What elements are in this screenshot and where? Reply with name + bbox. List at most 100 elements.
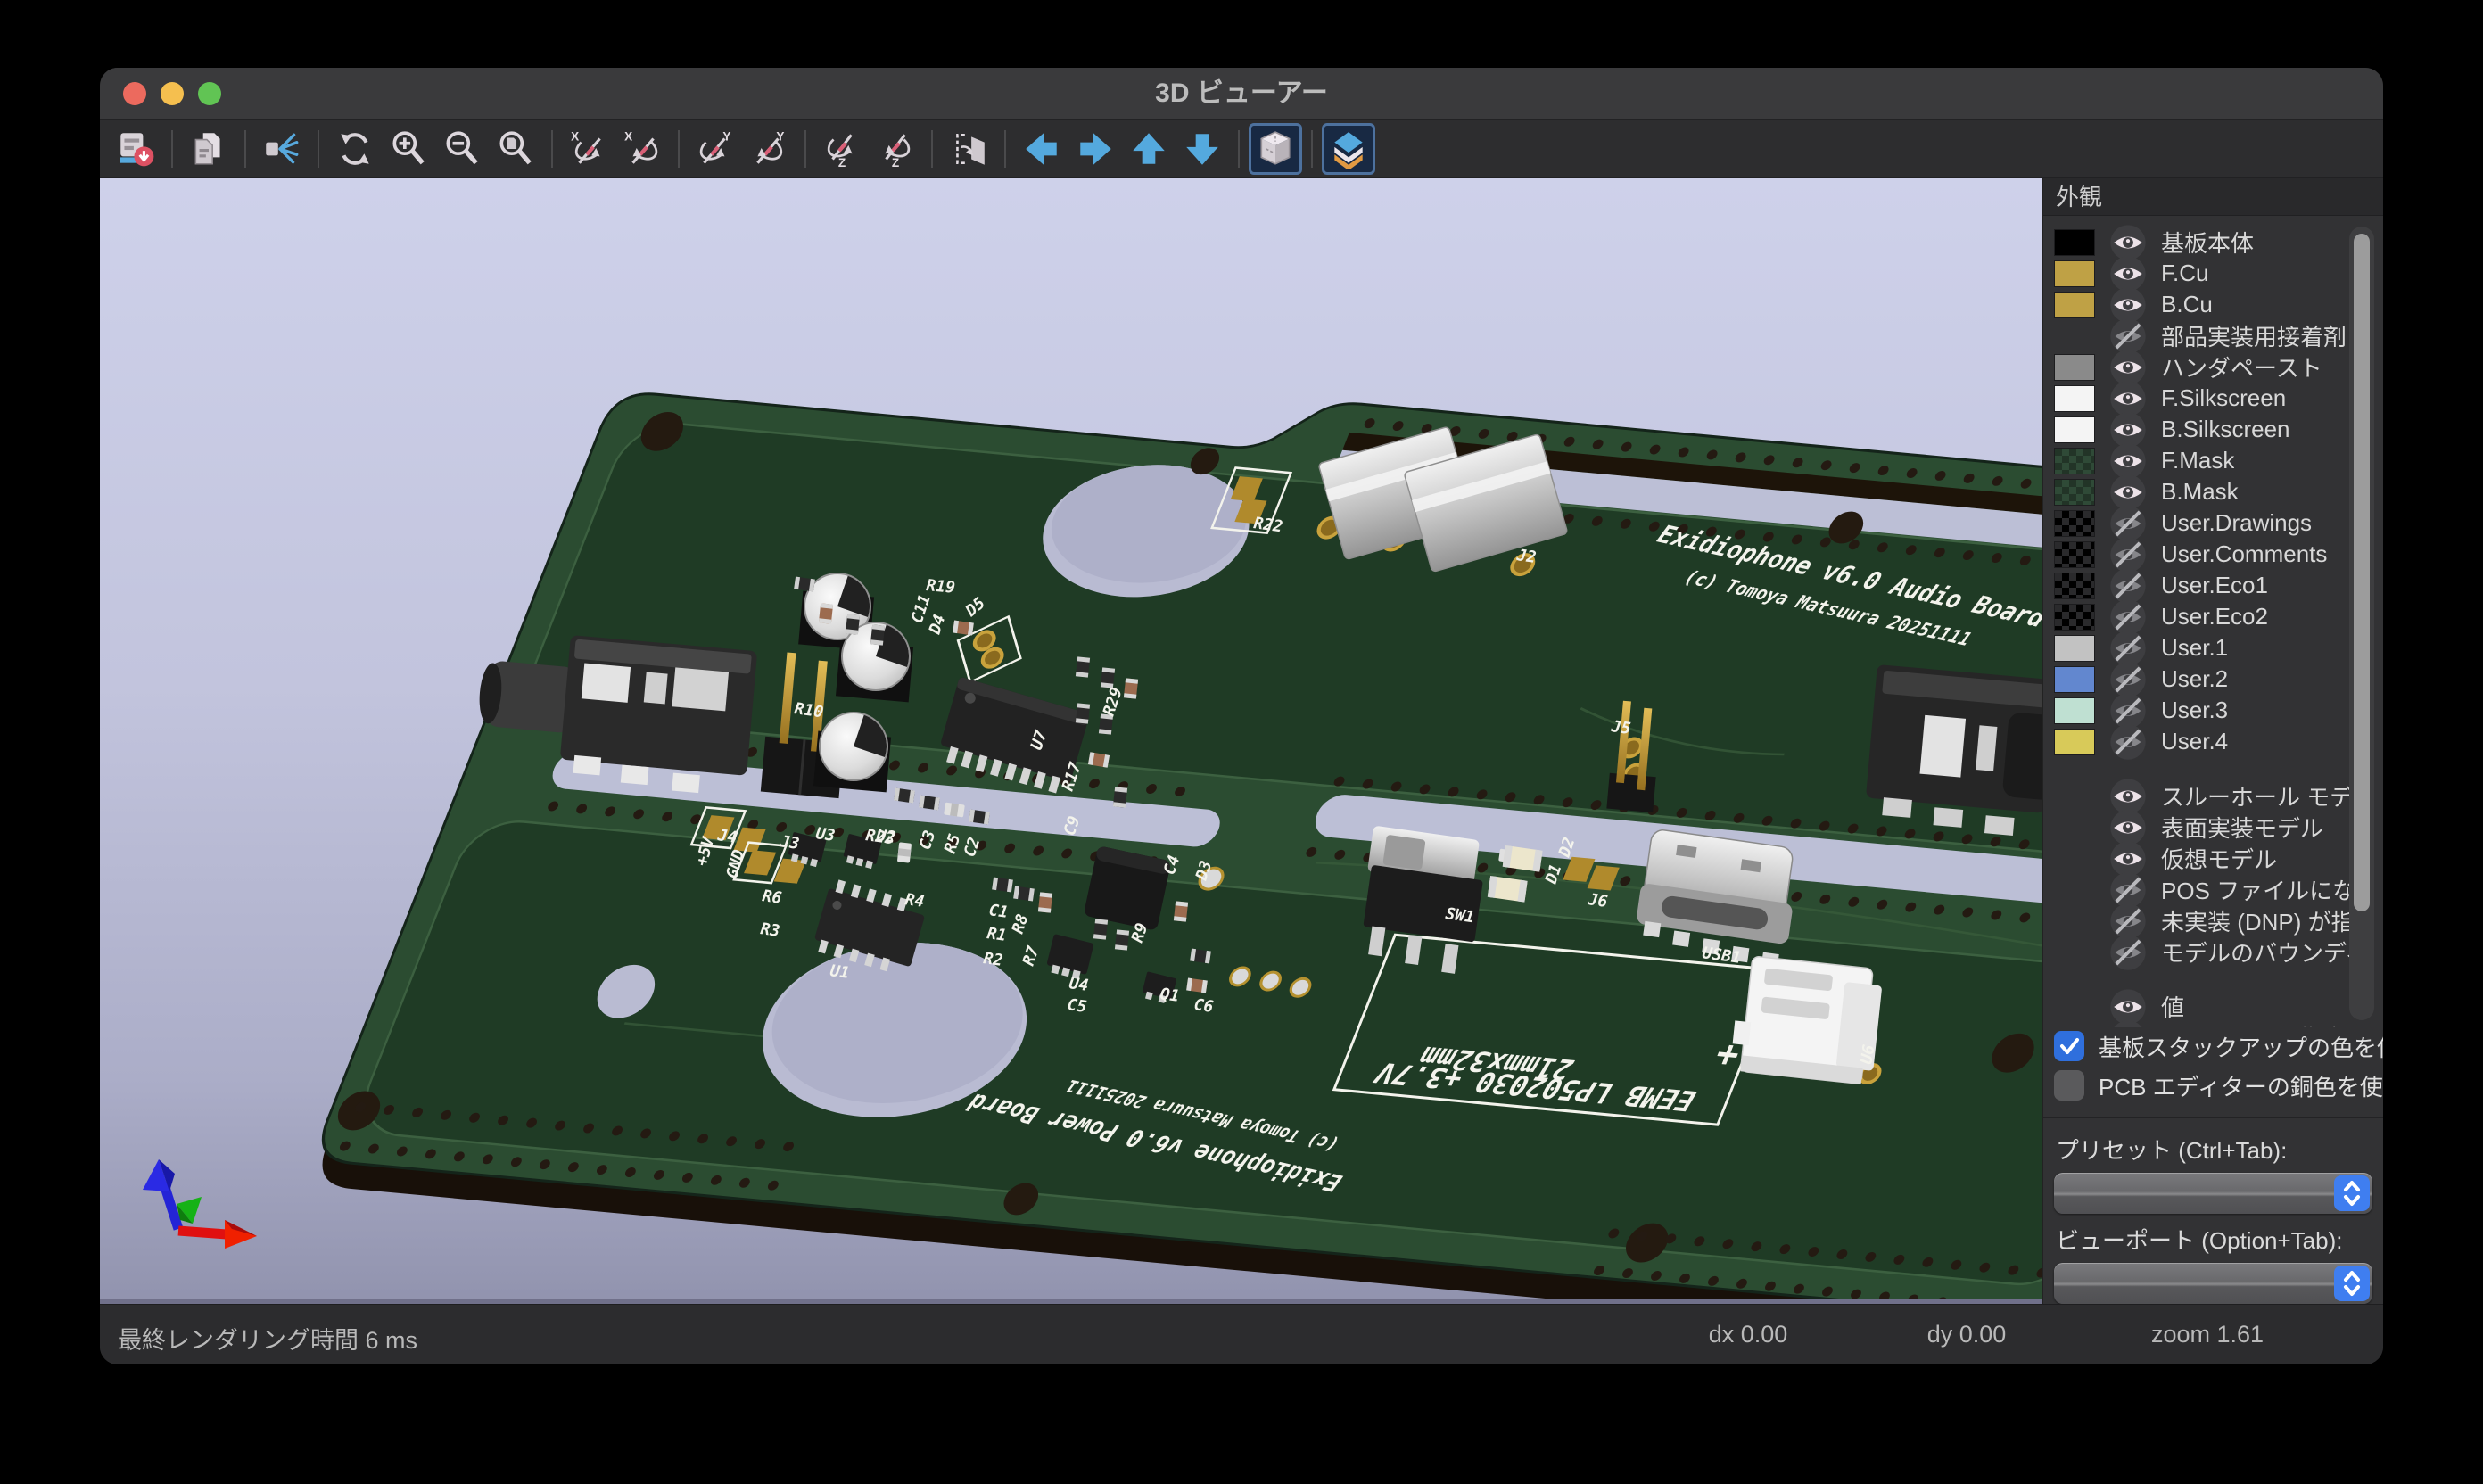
silkscreen-ref-label: J2 — [1514, 546, 1537, 567]
viewport-3d[interactable]: Exidiophone v6.0 Audio Board (c) Tomoya … — [100, 178, 2042, 1304]
show-appearance-manager-button[interactable] — [1322, 123, 1375, 175]
checkbox-checked-icon[interactable] — [2054, 1031, 2084, 1061]
layer-row-solder-paste[interactable]: ハンダペースト — [2043, 351, 2383, 383]
silkscreen-ref-label: C5 — [1066, 995, 1088, 1017]
layer-row-dnp-models[interactable]: 未実装 (DNP) が指定された部品 — [2043, 905, 2383, 936]
status-zoom: zoom 1.61 — [2151, 1321, 2264, 1348]
layer-row-pos-file-models[interactable]: POS ファイルにないモデル — [2043, 874, 2383, 905]
preset-dropdown[interactable] — [2054, 1173, 2372, 1214]
zoom-in-button[interactable] — [382, 123, 435, 175]
zoom-out-button[interactable] — [435, 123, 489, 175]
main-area: Exidiophone v6.0 Audio Board (c) Tomoya … — [100, 178, 2383, 1304]
layer-color-swatch[interactable] — [2054, 416, 2095, 443]
scrollbar-thumb[interactable] — [2354, 234, 2370, 911]
pcb-3d-view: Exidiophone v6.0 Audio Board (c) Tomoya … — [100, 178, 2042, 1304]
viewport-dropdown[interactable] — [2054, 1263, 2372, 1304]
reload-board-button[interactable] — [109, 123, 162, 175]
layer-row-values[interactable]: 値 — [2043, 991, 2383, 1022]
layer-row-b-mask[interactable]: B.Mask — [2043, 476, 2383, 507]
layer-row-user-comments[interactable]: User.Comments — [2043, 539, 2383, 570]
layer-label: 未実装 (DNP) が指定された部品 — [2161, 904, 2355, 937]
layer-row-adhesive[interactable]: 部品実装用接着剤 (Adhesive) — [2043, 320, 2383, 351]
rotate-x-counterclockwise-button[interactable]: X — [615, 123, 669, 175]
layer-color-swatch[interactable] — [2054, 385, 2095, 412]
silkscreen-ref-label: U4 — [1068, 974, 1089, 995]
move-right-button[interactable] — [1068, 123, 1122, 175]
move-left-icon — [1021, 128, 1062, 169]
layer-label: User.1 — [2161, 634, 2228, 662]
silkscreen-ref-label: SW1 — [1444, 904, 1475, 927]
layer-row-f-mask[interactable]: F.Mask — [2043, 445, 2383, 476]
layer-row-references[interactable]: リファレンス指定子 — [2043, 1022, 2383, 1027]
move-left-button[interactable] — [1015, 123, 1068, 175]
layer-color-swatch[interactable] — [2054, 729, 2095, 755]
toolbar-separator — [318, 130, 319, 168]
layer-row-user-drawings[interactable]: User.Drawings — [2043, 507, 2383, 539]
layer-label: User.2 — [2161, 665, 2228, 693]
layer-row-b-cu[interactable]: B.Cu — [2043, 289, 2383, 320]
layer-color-swatch[interactable] — [2054, 292, 2095, 318]
visibility-on-icon[interactable] — [2109, 1019, 2147, 1027]
rotate-y-clockwise-button[interactable]: Y — [689, 123, 742, 175]
flip-board-button[interactable] — [942, 123, 995, 175]
layer-color-swatch[interactable] — [2054, 604, 2095, 631]
layer-color-swatch[interactable] — [2054, 666, 2095, 693]
layer-color-swatch[interactable] — [2054, 573, 2095, 599]
layer-row-board-body[interactable]: 基板本体 — [2043, 227, 2383, 258]
layer-row-f-silkscreen[interactable]: F.Silkscreen — [2043, 383, 2383, 414]
layer-row-user-1[interactable]: User.1 — [2043, 632, 2383, 664]
move-up-button[interactable] — [1122, 123, 1176, 175]
layer-row-bounding-boxes[interactable]: モデルのバウンディングボックス — [2043, 936, 2383, 968]
layer-label: 基板本体 — [2161, 226, 2254, 259]
rotate-z-counterclockwise-button[interactable]: Z — [869, 123, 922, 175]
silkscreen-ref-label: J3 — [778, 832, 800, 853]
layer-color-swatch[interactable] — [2054, 541, 2095, 568]
visibility-off-icon[interactable] — [2109, 723, 2147, 761]
layer-row-user-eco1[interactable]: User.Eco1 — [2043, 570, 2383, 601]
copy-image-button[interactable] — [182, 123, 235, 175]
rotate-z-counterclockwise-icon: Z — [875, 128, 916, 169]
layer-list: 基板本体F.CuB.Cu部品実装用接着剤 (Adhesive)ハンダペーストF.… — [2043, 216, 2383, 1027]
layer-row-user-eco2[interactable]: User.Eco2 — [2043, 601, 2383, 632]
silkscreen-ref-label: Q1 — [1159, 985, 1180, 1006]
rotate-z-clockwise-button[interactable]: Z — [815, 123, 869, 175]
rotate-x-clockwise-button[interactable]: X — [562, 123, 615, 175]
layer-color-swatch[interactable] — [2054, 260, 2095, 287]
layer-list-scrollbar[interactable] — [2349, 227, 2374, 1020]
layer-row-virtual-models[interactable]: 仮想モデル — [2043, 843, 2383, 874]
option-use-stackup-colors[interactable]: 基板スタックアップの色を使用 — [2043, 1027, 2383, 1067]
zoom-to-fit-button[interactable] — [489, 123, 542, 175]
layer-row-user-2[interactable]: User.2 — [2043, 664, 2383, 695]
layer-row-user-3[interactable]: User.3 — [2043, 695, 2383, 726]
redraw-button[interactable] — [328, 123, 382, 175]
status-dx: dx 0.00 — [1709, 1321, 1788, 1348]
zoom-to-fit-icon — [495, 128, 536, 169]
move-down-button[interactable] — [1176, 123, 1229, 175]
layer-label: 仮想モデル — [2161, 842, 2277, 875]
dropdown-chevrons-icon[interactable] — [2334, 1175, 2370, 1211]
layer-row-f-cu[interactable]: F.Cu — [2043, 258, 2383, 289]
layer-row-smd-models[interactable]: 表面実装モデル — [2043, 812, 2383, 843]
layer-color-swatch[interactable] — [2054, 354, 2095, 381]
layer-color-swatch[interactable] — [2054, 510, 2095, 537]
layer-color-swatch[interactable] — [2054, 479, 2095, 506]
titlebar: 3D ビューアー — [100, 68, 2383, 120]
flip-board-icon — [948, 128, 989, 169]
orthographic-projection-button[interactable] — [1249, 123, 1302, 175]
visibility-off-icon[interactable] — [2109, 934, 2147, 971]
rotate-y-clockwise-icon: Y — [695, 128, 736, 169]
layer-row-user-4[interactable]: User.4 — [2043, 726, 2383, 757]
render-options-button[interactable] — [255, 123, 309, 175]
dropdown-chevrons-icon[interactable] — [2334, 1266, 2370, 1301]
rotate-y-counterclockwise-button[interactable]: Y — [742, 123, 796, 175]
layer-row-b-silkscreen[interactable]: B.Silkscreen — [2043, 414, 2383, 445]
layer-label: モデルのバウンディングボックス — [2161, 936, 2355, 969]
silkscreen-ref-label: U3 — [814, 824, 836, 845]
layer-color-swatch[interactable] — [2054, 635, 2095, 662]
checkbox-unchecked-icon[interactable] — [2054, 1070, 2084, 1101]
layer-color-swatch[interactable] — [2054, 448, 2095, 474]
layer-color-swatch[interactable] — [2054, 697, 2095, 724]
layer-row-th-models[interactable]: スルーホール モデル — [2043, 780, 2383, 812]
option-use-pcb-editor-copper[interactable]: PCB エディターの銅色を使用 — [2043, 1066, 2383, 1105]
layer-color-swatch[interactable] — [2054, 229, 2095, 256]
